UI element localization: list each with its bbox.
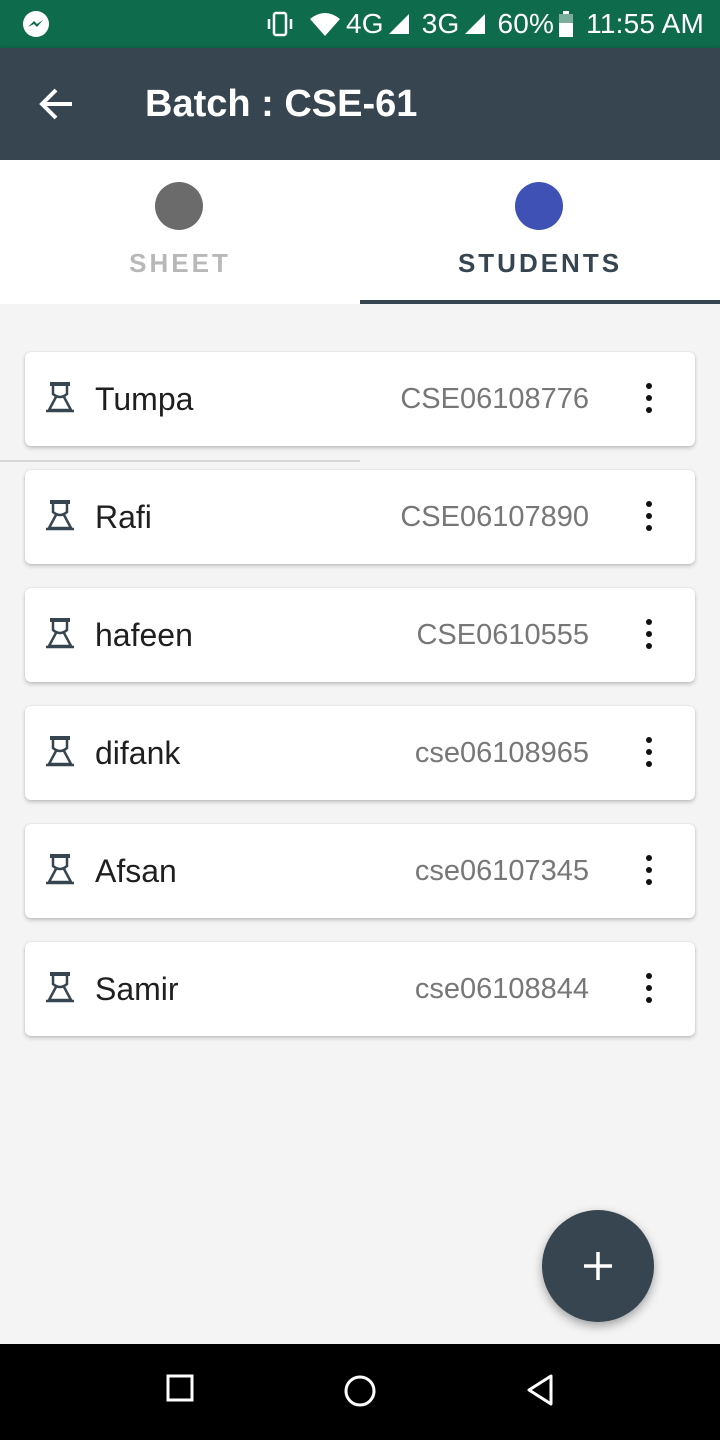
status-bar: 4G 3G 60% 11:55 AM xyxy=(0,0,720,48)
battery-percent: 60% xyxy=(497,8,555,39)
battery-icon xyxy=(559,11,574,37)
network-type-2: 3G xyxy=(421,8,460,39)
wifi-icon xyxy=(309,13,340,36)
plus-icon xyxy=(584,1252,612,1280)
app-bar: Batch : CSE-61 xyxy=(0,48,720,160)
student-name: difank xyxy=(95,735,181,771)
tab-bar: SHEET STUDENTS xyxy=(0,160,720,462)
student-icon xyxy=(46,972,74,1003)
add-student-button[interactable] xyxy=(542,1210,654,1322)
signal-icon xyxy=(388,14,409,34)
more-vert-icon[interactable] xyxy=(639,616,659,654)
page-title: Batch : CSE-61 xyxy=(145,83,418,125)
student-name: hafeen xyxy=(95,617,193,653)
student-id: cse06107345 xyxy=(414,855,589,887)
tab-students-label: STUDENTS xyxy=(457,248,623,278)
student-card[interactable]: Tumpa CSE06108776 xyxy=(25,352,695,446)
tab-sheet[interactable]: SHEET xyxy=(0,160,360,304)
more-vert-icon[interactable] xyxy=(639,852,659,890)
more-vert-icon[interactable] xyxy=(639,380,659,418)
tab-sheet-label: SHEET xyxy=(129,248,231,278)
clock: 11:55 AM xyxy=(586,8,704,39)
student-icon xyxy=(46,500,74,531)
student-icon xyxy=(46,736,74,767)
more-vert-icon[interactable] xyxy=(639,970,659,1008)
vibrate-icon xyxy=(267,11,293,37)
more-vert-icon[interactable] xyxy=(639,734,659,772)
student-icon xyxy=(46,382,74,413)
arrow-back-icon[interactable] xyxy=(36,84,76,124)
student-id: cse06108844 xyxy=(414,973,589,1005)
student-name: Afsan xyxy=(95,853,177,889)
system-nav-bar xyxy=(0,1344,720,1440)
home-icon[interactable] xyxy=(343,1374,377,1408)
student-name: Tumpa xyxy=(95,381,194,417)
students-tab-icon xyxy=(515,182,563,230)
tab-students[interactable]: STUDENTS xyxy=(360,160,720,304)
messenger-icon xyxy=(23,11,49,37)
more-vert-icon[interactable] xyxy=(639,498,659,536)
student-icon xyxy=(46,854,74,885)
student-card[interactable]: Afsan cse06107345 xyxy=(25,824,695,918)
student-card[interactable]: difank cse06108965 xyxy=(25,706,695,800)
signal-icon xyxy=(464,14,485,34)
student-name: Samir xyxy=(95,971,179,1007)
sheet-tab-icon xyxy=(155,182,203,230)
recent-apps-icon[interactable] xyxy=(166,1374,194,1402)
student-icon xyxy=(46,618,74,649)
network-type-1: 4G xyxy=(345,8,384,39)
student-id: CSE06107890 xyxy=(400,501,589,533)
student-name: Rafi xyxy=(95,499,152,535)
student-id: CSE0610555 xyxy=(416,619,589,651)
student-card[interactable]: hafeen CSE0610555 xyxy=(25,588,695,682)
student-card[interactable]: Rafi CSE06107890 xyxy=(25,470,695,564)
tab-indicator xyxy=(360,300,720,304)
student-id: cse06108965 xyxy=(414,737,589,769)
student-card[interactable]: Samir cse06108844 xyxy=(25,942,695,1036)
back-triangle-icon[interactable] xyxy=(525,1374,555,1406)
student-id: CSE06108776 xyxy=(400,383,589,415)
student-list: Tumpa CSE06108776 Rafi CSE06107890 hafee… xyxy=(25,352,695,1060)
